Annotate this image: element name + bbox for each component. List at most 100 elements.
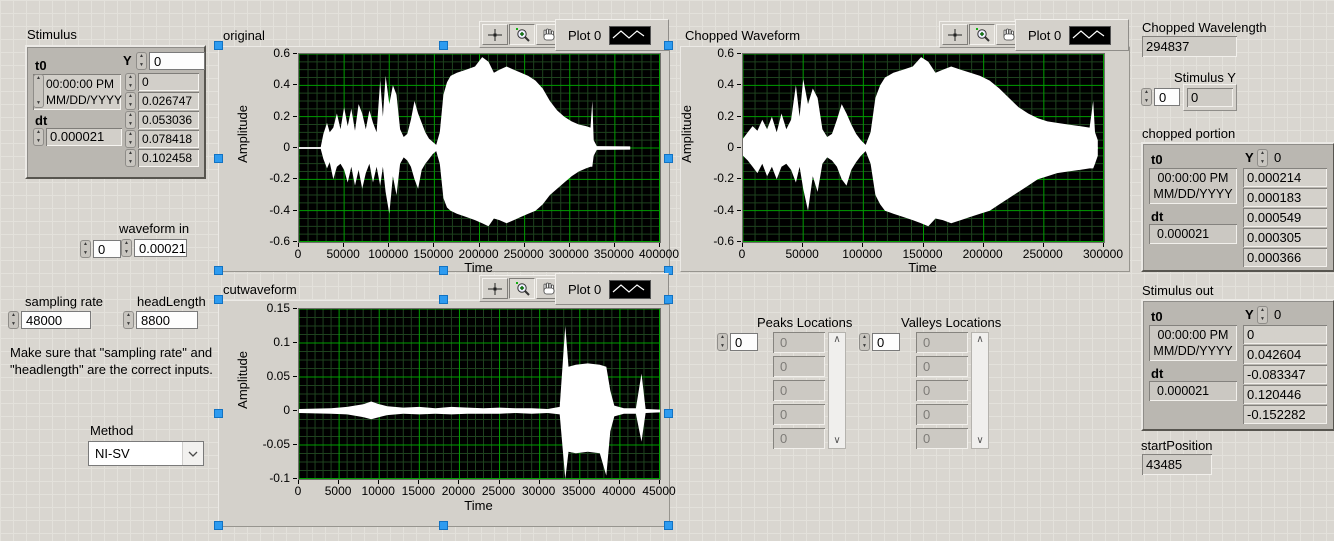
plot-area[interactable] xyxy=(742,53,1105,243)
element-value[interactable]: 0.026747 xyxy=(138,92,199,110)
selection-handle[interactable] xyxy=(214,41,223,50)
x-tick-mark xyxy=(923,243,924,247)
y-array-label: Y xyxy=(123,53,132,68)
y-index-spinner[interactable]: ▲▼ xyxy=(1257,149,1268,167)
plot-area[interactable] xyxy=(298,53,661,243)
selection-handle[interactable] xyxy=(439,295,448,304)
scroll-down-icon[interactable]: ∨ xyxy=(972,434,988,448)
y-index-value[interactable]: 0 xyxy=(149,52,205,70)
x-tick-label: 100000 xyxy=(832,247,892,261)
element-spinner[interactable]: ▲▼ xyxy=(125,73,136,91)
zoom-tool-button[interactable] xyxy=(969,24,995,45)
stimulus-y-index-value[interactable]: 0 xyxy=(1154,88,1180,106)
method-dropdown[interactable]: NI-SV xyxy=(88,441,204,466)
waveform-in-control[interactable]: ▲▼ 0.000213 xyxy=(121,239,187,257)
y-tick-label: -0.05 xyxy=(238,437,290,451)
selection-handle[interactable] xyxy=(214,295,223,304)
selection-handle[interactable] xyxy=(214,409,223,418)
peaks-index-value[interactable]: 0 xyxy=(730,333,758,351)
selection-handle[interactable] xyxy=(664,154,673,163)
element-value[interactable]: 0.053036 xyxy=(138,111,199,129)
selection-handle[interactable] xyxy=(214,266,223,275)
peaks-index-spinner[interactable]: ▲▼ xyxy=(717,333,728,351)
t0-label: t0 xyxy=(35,58,47,73)
t0-timestamp-control[interactable]: ▲▼ 00:00:00 PMMM/DD/YYYY xyxy=(33,74,121,110)
crosshair-cursor-button[interactable] xyxy=(482,24,508,45)
element-spinner[interactable]: ▲▼ xyxy=(125,92,136,110)
valleys-index-value[interactable]: 0 xyxy=(872,333,900,351)
selection-handle[interactable] xyxy=(439,266,448,275)
array-element[interactable]: ▲▼0.026747 xyxy=(125,92,199,110)
selection-handle[interactable] xyxy=(664,41,673,50)
stimulus-y-index-spinner[interactable]: ▲▼ xyxy=(1141,88,1152,106)
element-spinner[interactable]: ▲▼ xyxy=(125,149,136,167)
y-tick-mark xyxy=(737,147,741,148)
waveform-in-index-spinner[interactable]: ▲▼ xyxy=(80,240,91,258)
element-spinner[interactable]: ▲▼ xyxy=(125,111,136,129)
selection-handle[interactable] xyxy=(439,521,448,530)
start-position-label: startPosition xyxy=(1141,438,1213,453)
selection-handle[interactable] xyxy=(214,154,223,163)
x-tick-mark xyxy=(614,243,615,247)
waveform-in-spinner[interactable]: ▲▼ xyxy=(121,239,132,257)
array-element[interactable]: ▲▼0.078418 xyxy=(125,130,199,148)
zoom-tool-button[interactable] xyxy=(509,24,535,45)
array-element[interactable]: ▲▼0.102458 xyxy=(125,149,199,167)
t0-value: 00:00:00 PMMM/DD/YYYY xyxy=(1149,325,1237,361)
element-value[interactable]: 0 xyxy=(138,73,199,91)
chevron-down-icon[interactable] xyxy=(182,442,203,465)
valleys-element: 0 xyxy=(916,428,968,449)
y-index-spinner[interactable]: ▲▼ xyxy=(1257,306,1268,324)
element-value[interactable]: 0.102458 xyxy=(138,149,199,167)
selection-handle[interactable] xyxy=(214,521,223,530)
y-index-spinner[interactable]: ▲▼ xyxy=(136,52,147,70)
peaks-scrollbar[interactable]: ∧ ∨ xyxy=(828,332,846,449)
zoom-tool-button[interactable] xyxy=(509,278,535,299)
waveform-in-value[interactable]: 0.000213 xyxy=(134,239,187,257)
waveform-in-index-value[interactable]: 0 xyxy=(93,240,121,258)
scroll-up-icon[interactable]: ∧ xyxy=(972,333,988,347)
plot-area[interactable] xyxy=(298,308,661,480)
plot-legend[interactable]: Plot 0 xyxy=(555,19,669,51)
selection-handle[interactable] xyxy=(664,295,673,304)
sampling-rate-control[interactable]: ▲▼ 48000 xyxy=(8,311,91,329)
dt-value[interactable]: 0.000021 xyxy=(46,128,122,146)
y-index-control[interactable]: ▲▼ 0 xyxy=(136,52,205,70)
valleys-index-control[interactable]: ▲▼ 0 xyxy=(859,333,900,351)
sampling-rate-spinner[interactable]: ▲▼ xyxy=(8,311,19,329)
waveform-zigzag-icon xyxy=(609,280,651,299)
element-spinner[interactable]: ▲▼ xyxy=(125,130,136,148)
peaks-element: 0 xyxy=(773,356,825,377)
selection-handle[interactable] xyxy=(664,521,673,530)
element-value[interactable]: 0.078418 xyxy=(138,130,199,148)
crosshair-cursor-button[interactable] xyxy=(942,24,968,45)
y-index-value[interactable]: 0 xyxy=(1270,149,1318,167)
array-element[interactable]: ▲▼0 xyxy=(125,73,199,91)
crosshair-cursor-button[interactable] xyxy=(482,278,508,299)
dt-control[interactable]: ▲▼ 0.000021 xyxy=(33,128,122,146)
y-index-value[interactable]: 0 xyxy=(1270,306,1318,324)
scroll-down-icon[interactable]: ∨ xyxy=(829,434,845,448)
y-index-control[interactable]: ▲▼ 0 xyxy=(1257,306,1318,324)
dt-spinner[interactable]: ▲▼ xyxy=(33,128,44,146)
head-length-spinner[interactable]: ▲▼ xyxy=(123,311,134,329)
selection-handle[interactable] xyxy=(664,409,673,418)
scroll-up-icon[interactable]: ∧ xyxy=(829,333,845,347)
plot-legend[interactable]: Plot 0 xyxy=(1015,19,1129,51)
element-value: 0 xyxy=(1243,325,1327,344)
valleys-index-spinner[interactable]: ▲▼ xyxy=(859,333,870,351)
waveform-in-index[interactable]: ▲▼ 0 xyxy=(80,240,121,258)
t0-label: t0 xyxy=(1151,152,1163,167)
plot-legend[interactable]: Plot 0 xyxy=(555,273,669,305)
head-length-control[interactable]: ▲▼ 8800 xyxy=(123,311,198,329)
stimulus-y-index-control[interactable]: ▲▼ 0 xyxy=(1141,88,1180,106)
peaks-index-control[interactable]: ▲▼ 0 xyxy=(717,333,758,351)
valleys-scrollbar[interactable]: ∧ ∨ xyxy=(971,332,989,449)
y-index-control[interactable]: ▲▼ 0 xyxy=(1257,149,1318,167)
t0-spinner[interactable]: ▲▼ xyxy=(33,74,44,108)
selection-handle[interactable] xyxy=(439,41,448,50)
head-length-value[interactable]: 8800 xyxy=(136,311,198,329)
sampling-rate-value[interactable]: 48000 xyxy=(21,311,91,329)
array-element[interactable]: ▲▼0.053036 xyxy=(125,111,199,129)
x-tick-mark xyxy=(479,243,480,247)
